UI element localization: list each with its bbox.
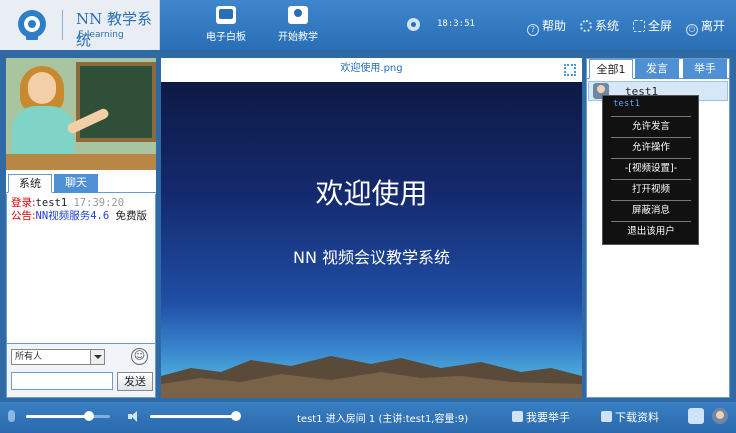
layout-icon[interactable] xyxy=(688,408,704,424)
webcam-stand xyxy=(26,36,38,40)
tab-raise-hand[interactable]: 举手 xyxy=(683,59,727,79)
file-name: 欢迎使用.png xyxy=(340,63,403,74)
hand-icon xyxy=(512,411,523,422)
menu-item-video-settings[interactable]: -[视频设置]- xyxy=(611,158,691,178)
download-icon xyxy=(601,411,612,422)
tab-system[interactable]: 系统 xyxy=(8,174,52,193)
menu-item-kick-user[interactable]: 退出该用户 xyxy=(611,221,691,241)
gear-icon xyxy=(580,20,592,32)
room-status: test1 进入房间 1 (主讲:test1,容量:9) xyxy=(297,414,469,425)
slide-title: 欢迎使用 xyxy=(315,177,428,210)
slide-subtitle: NN 视频会议教学系统 xyxy=(292,248,451,267)
user-context-menu: test1 允许发言 允许操作 -[视频设置]- 打开视频 屏蔽消息 退出该用户 xyxy=(602,95,699,245)
mic-volume-knob[interactable] xyxy=(84,411,94,421)
leave-button[interactable]: ⏻ 离开 xyxy=(686,17,725,36)
emoji-icon[interactable]: ☺ xyxy=(131,348,148,365)
system-log: 登录:test1 17:39:20 公告:NN视频服务4.6 免费版 xyxy=(6,194,156,344)
log-time: 17:39:20 xyxy=(73,197,125,209)
slide-image: 欢迎使用 NN 视频会议教学系统 xyxy=(161,82,582,398)
recipient-select[interactable]: 所有人 xyxy=(11,349,105,365)
context-menu-header: test1 xyxy=(613,99,641,109)
menu-item-allow-speak[interactable]: 允许发言 xyxy=(611,116,691,136)
help-icon: ? xyxy=(527,24,539,36)
system-label: 系统 xyxy=(595,19,620,33)
speaker-icon[interactable] xyxy=(128,411,140,422)
recipient-value: 所有人 xyxy=(15,352,43,362)
desk xyxy=(6,154,156,170)
log-label: 公告: xyxy=(11,210,36,222)
app-subtitle: E-learning xyxy=(78,30,124,40)
app-logo: NN 教学系统 E-learning xyxy=(0,0,160,50)
menu-item-allow-operate[interactable]: 允许操作 xyxy=(611,137,691,157)
tab-chat[interactable]: 聊天 xyxy=(54,174,98,193)
top-bar: NN 教学系统 E-learning 电子白板 开始教学 18:3:51 ? 帮助… xyxy=(0,0,736,50)
start-teaching-icon xyxy=(288,6,308,24)
fullscreen-button[interactable]: 全屏 xyxy=(633,17,672,34)
teacher-video xyxy=(6,58,156,170)
menu-item-block-messages[interactable]: 屏蔽消息 xyxy=(611,200,691,220)
fullscreen-label: 全屏 xyxy=(648,19,673,33)
menu-item-open-video[interactable]: 打开视频 xyxy=(611,179,691,199)
system-button[interactable]: 系统 xyxy=(580,17,619,34)
log-user: test1 xyxy=(35,197,68,209)
log-entry-login: 登录:test1 17:39:20 xyxy=(11,197,151,210)
expand-icon[interactable] xyxy=(564,64,576,76)
raise-hand-button[interactable]: 我要举手 xyxy=(512,409,570,425)
log-text: NN视频服务4.6 xyxy=(35,210,110,222)
teacher-face xyxy=(28,72,56,104)
speaker-volume-slider[interactable] xyxy=(150,415,236,418)
chat-input-area: 所有人 ☺ 发送 xyxy=(6,344,156,398)
log-tail: 免费版 xyxy=(115,210,147,222)
clock-text: 18:3:51 xyxy=(437,19,475,29)
chevron-down-icon[interactable] xyxy=(90,350,104,364)
whiteboard-icon xyxy=(216,6,236,24)
log-entry-notice: 公告:NN视频服务4.6 免费版 xyxy=(11,210,151,223)
mic-volume-fill xyxy=(26,415,89,418)
download-label: 下载资料 xyxy=(615,411,659,424)
mountains-graphic xyxy=(161,356,582,398)
help-label: 帮助 xyxy=(542,19,567,33)
tab-speaking[interactable]: 发言 xyxy=(635,59,679,79)
speaker-volume-knob[interactable] xyxy=(231,411,241,421)
user-avatar-icon[interactable] xyxy=(712,408,728,424)
user-tabs: 全部1 发言 举手 xyxy=(587,59,729,79)
logo-divider xyxy=(62,10,63,40)
download-button[interactable]: 下载资料 xyxy=(601,409,659,425)
document-viewer: 欢迎使用.png 欢迎使用 NN 视频会议教学系统 xyxy=(161,58,582,398)
mic-volume-slider[interactable] xyxy=(26,415,110,418)
whiteboard-label: 电子白板 xyxy=(206,32,246,43)
left-tabs: 系统 聊天 xyxy=(6,174,156,193)
power-icon: ⏻ xyxy=(686,24,698,36)
left-panel: 系统 聊天 登录:test1 17:39:20 公告:NN视频服务4.6 免费版… xyxy=(6,58,156,398)
chalkboard xyxy=(76,62,156,142)
app-title: NN 教学系统 xyxy=(76,10,153,49)
tab-all[interactable]: 全部1 xyxy=(589,59,633,79)
help-button[interactable]: ? 帮助 xyxy=(527,17,566,36)
start-teaching-label: 开始教学 xyxy=(278,32,318,43)
raise-hand-label: 我要举手 xyxy=(526,411,570,424)
send-button[interactable]: 发送 xyxy=(117,372,153,391)
bottom-bar: test1 进入房间 1 (主讲:test1,容量:9) 我要举手 下载资料 xyxy=(0,402,736,433)
clock-icon xyxy=(407,18,420,31)
message-input[interactable] xyxy=(11,372,113,390)
webcam-logo-icon xyxy=(18,10,46,38)
fullscreen-icon xyxy=(633,20,645,32)
start-teaching-button[interactable]: 开始教学 xyxy=(278,4,318,43)
microphone-icon[interactable] xyxy=(8,410,15,422)
leave-label: 离开 xyxy=(701,19,726,33)
speaker-volume-fill xyxy=(150,415,236,418)
log-label: 登录: xyxy=(11,197,36,209)
whiteboard-button[interactable]: 电子白板 xyxy=(206,4,246,43)
